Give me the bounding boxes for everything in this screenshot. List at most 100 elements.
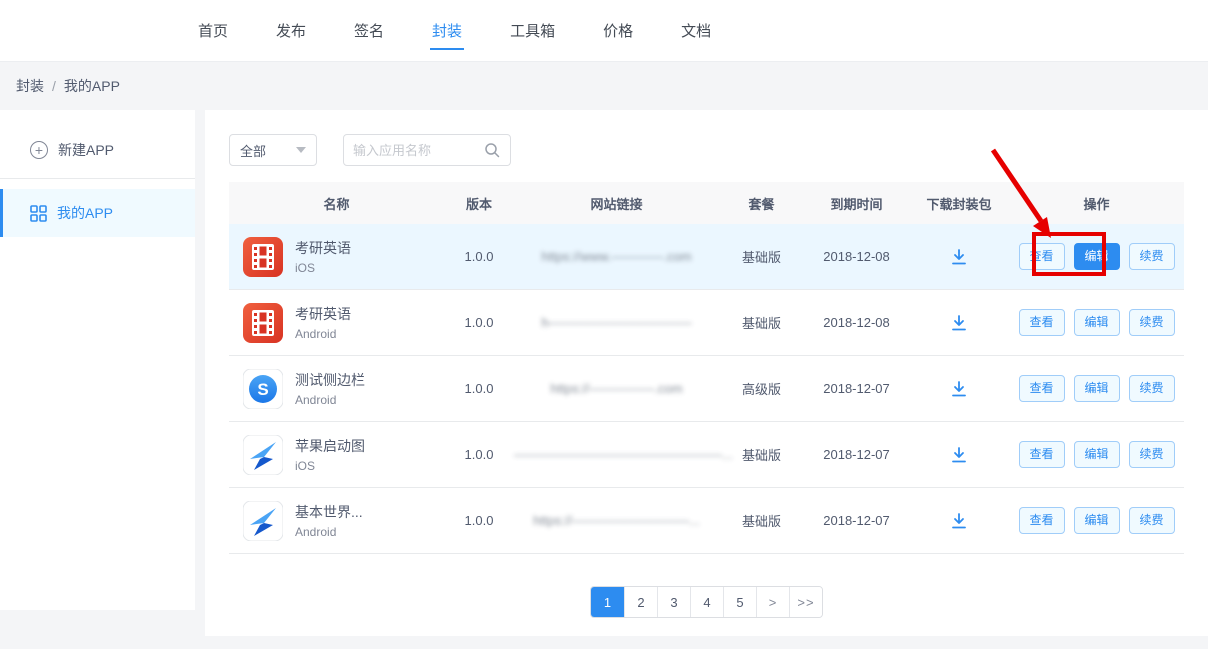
renew-button[interactable]: 续费: [1129, 441, 1175, 467]
app-url-blurred: ————————————————...: [514, 447, 733, 462]
edit-button[interactable]: 编辑: [1074, 309, 1120, 335]
circle-plus-icon: +: [30, 141, 48, 159]
download-icon[interactable]: [949, 445, 969, 465]
app-version: 1.0.0: [444, 381, 514, 396]
app-platform: iOS: [295, 261, 351, 275]
renew-button[interactable]: 续费: [1129, 507, 1175, 533]
film-icon: [243, 303, 283, 343]
col-header-url: 网站链接: [514, 194, 719, 213]
nav-item-sign[interactable]: 签名: [354, 20, 384, 41]
app-expiry: 2018-12-07: [804, 447, 909, 462]
paper-plane-icon: [243, 435, 283, 475]
edit-button[interactable]: 编辑: [1074, 507, 1120, 533]
renew-button[interactable]: 续费: [1129, 243, 1175, 269]
table-row: S 测试侧边栏 Android 1.0.0 https://—————.com …: [229, 356, 1184, 422]
breadcrumb-separator: /: [52, 78, 56, 94]
paper-plane-icon: [243, 501, 283, 541]
app-platform: Android: [295, 525, 363, 539]
col-header-version: 版本: [444, 194, 514, 213]
app-version: 1.0.0: [444, 447, 514, 462]
search-input[interactable]: [353, 143, 483, 158]
renew-button[interactable]: 续费: [1129, 375, 1175, 401]
edit-button[interactable]: 编辑: [1074, 243, 1120, 269]
nav-item-price[interactable]: 价格: [603, 20, 633, 41]
download-icon[interactable]: [949, 313, 969, 333]
last-page-button[interactable]: >>: [789, 587, 822, 617]
nav-item-publish[interactable]: 发布: [276, 20, 306, 41]
sidebar-item-label: 新建APP: [58, 140, 114, 160]
app-url-blurred: h———————————: [541, 315, 691, 330]
app-version: 1.0.0: [444, 249, 514, 264]
page-button-5[interactable]: 5: [723, 587, 756, 617]
app-plan: 基础版: [719, 511, 804, 530]
next-page-button[interactable]: >: [756, 587, 789, 617]
grid-icon: [30, 205, 47, 222]
nav-item-home[interactable]: 首页: [198, 20, 228, 41]
sidebar-divider: [0, 178, 195, 179]
sidebar-item-new-app[interactable]: + 新建APP: [0, 122, 195, 178]
app-plan: 高级版: [719, 379, 804, 398]
col-header-name: 名称: [229, 194, 444, 213]
col-header-actions: 操作: [1009, 194, 1184, 213]
search-icon[interactable]: [483, 141, 501, 159]
sidebar-item-label: 我的APP: [57, 203, 113, 223]
app-name: 基本世界...: [295, 502, 363, 522]
page-button-1[interactable]: 1: [591, 587, 624, 617]
sidebar-item-my-app[interactable]: 我的APP: [0, 189, 195, 237]
edit-button[interactable]: 编辑: [1074, 375, 1120, 401]
table-row: 考研英语 Android 1.0.0 h——————————— 基础版 2018…: [229, 290, 1184, 356]
app-version: 1.0.0: [444, 513, 514, 528]
table-row: 苹果启动图 iOS 1.0.0 ————————————————... 基础版 …: [229, 422, 1184, 488]
main-panel: 全部 名称 版本 网站链接 套餐 到期时间 下载封装包 操作: [205, 110, 1208, 636]
app-url-blurred: https://—————————...: [533, 513, 700, 528]
app-plan: 基础版: [719, 247, 804, 266]
svg-text:S: S: [257, 380, 268, 399]
app-url-blurred: https://www.————.com: [541, 249, 691, 264]
app-platform: Android: [295, 393, 365, 407]
renew-button[interactable]: 续费: [1129, 309, 1175, 335]
app-expiry: 2018-12-07: [804, 381, 909, 396]
col-header-plan: 套餐: [719, 194, 804, 213]
app-name: 测试侧边栏: [295, 370, 365, 390]
sidebar: + 新建APP 我的APP: [0, 110, 195, 610]
table-header: 名称 版本 网站链接 套餐 到期时间 下载封装包 操作: [229, 182, 1184, 224]
app-expiry: 2018-12-08: [804, 315, 909, 330]
app-table: 名称 版本 网站链接 套餐 到期时间 下载封装包 操作: [229, 182, 1184, 554]
page-button-2[interactable]: 2: [624, 587, 657, 617]
search-box: [343, 134, 511, 166]
app-expiry: 2018-12-07: [804, 513, 909, 528]
nav-item-docs[interactable]: 文档: [681, 20, 711, 41]
app-name: 考研英语: [295, 238, 351, 258]
breadcrumb-section[interactable]: 封装: [16, 76, 44, 96]
nav-item-package[interactable]: 封装: [432, 20, 462, 41]
table-row: 考研英语 iOS 1.0.0 https://www.————.com 基础版 …: [229, 224, 1184, 290]
download-icon[interactable]: [949, 247, 969, 267]
view-button[interactable]: 查看: [1019, 375, 1065, 401]
col-header-expiry: 到期时间: [804, 194, 909, 213]
nav-item-toolbox[interactable]: 工具箱: [510, 20, 555, 41]
pagination: 1 2 3 4 5 > >>: [229, 586, 1184, 618]
app-platform: iOS: [295, 459, 365, 473]
edit-button[interactable]: 编辑: [1074, 441, 1120, 467]
filter-dropdown[interactable]: 全部: [229, 134, 317, 166]
app-version: 1.0.0: [444, 315, 514, 330]
app-expiry: 2018-12-08: [804, 249, 909, 264]
download-icon[interactable]: [949, 379, 969, 399]
app-name: 考研英语: [295, 304, 351, 324]
view-button[interactable]: 查看: [1019, 441, 1065, 467]
app-plan: 基础版: [719, 313, 804, 332]
app-url-blurred: https://—————.com: [550, 381, 682, 396]
top-nav: 首页 发布 签名 封装 工具箱 价格 文档: [0, 0, 1208, 62]
table-row: 基本世界... Android 1.0.0 https://—————————.…: [229, 488, 1184, 554]
view-button[interactable]: 查看: [1019, 507, 1065, 533]
app-platform: Android: [295, 327, 351, 341]
app-name: 苹果启动图: [295, 436, 365, 456]
download-icon[interactable]: [949, 511, 969, 531]
page-button-3[interactable]: 3: [657, 587, 690, 617]
compass-icon: S: [243, 369, 283, 409]
breadcrumb: 封装 / 我的APP: [0, 62, 1208, 110]
page-button-4[interactable]: 4: [690, 587, 723, 617]
view-button[interactable]: 查看: [1019, 309, 1065, 335]
view-button[interactable]: 查看: [1019, 243, 1065, 269]
caret-down-icon: [296, 147, 306, 153]
